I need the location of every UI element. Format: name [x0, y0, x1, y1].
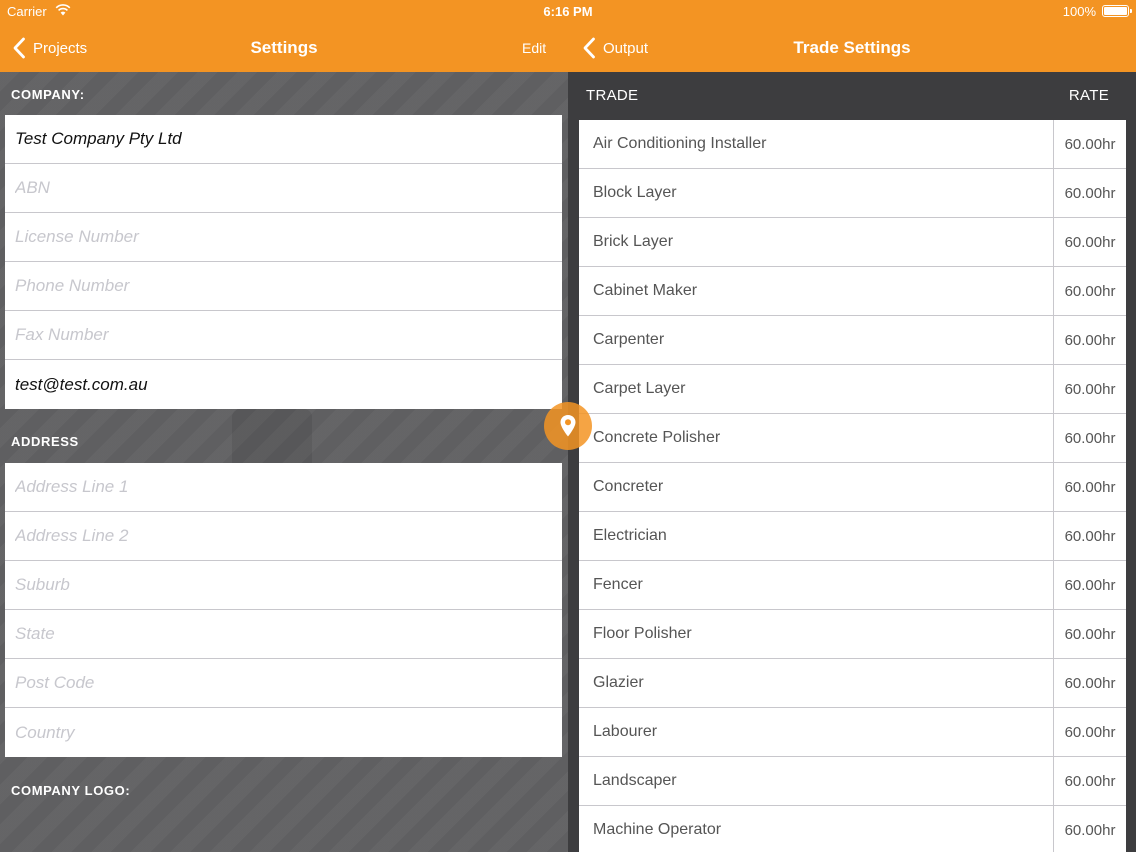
trade-row[interactable]: Electrician 60.00hr: [579, 512, 1126, 561]
trade-row[interactable]: Carpet Layer 60.00hr: [579, 365, 1126, 414]
suburb-input[interactable]: [15, 575, 562, 595]
trade-rate[interactable]: 60.00hr: [1053, 806, 1126, 852]
trade-rate[interactable]: 60.00hr: [1053, 659, 1126, 707]
trade-name: Floor Polisher: [593, 625, 692, 642]
status-bar: Carrier 6:16 PM 100%: [0, 0, 1136, 22]
trade-row[interactable]: Carpenter 60.00hr: [579, 316, 1126, 365]
trade-row[interactable]: Concrete Polisher 60.00hr: [579, 414, 1126, 463]
chevron-left-icon: [13, 37, 25, 59]
battery-percent: 100%: [1062, 4, 1096, 19]
trade-row[interactable]: Landscaper 60.00hr: [579, 757, 1126, 806]
trade-name: Cabinet Maker: [593, 282, 698, 299]
trade-name: Landscaper: [593, 772, 677, 789]
trade-row[interactable]: Concreter 60.00hr: [579, 463, 1126, 512]
state-input[interactable]: [15, 624, 562, 644]
suburb-field: [5, 561, 562, 610]
back-to-output-button[interactable]: Output: [582, 35, 648, 61]
chevron-left-icon: [583, 37, 595, 59]
company-name-input[interactable]: [15, 129, 562, 149]
trade-name: Fencer: [593, 576, 643, 593]
trade-row[interactable]: Air Conditioning Installer 60.00hr: [579, 120, 1126, 169]
trade-rate[interactable]: 60.00hr: [1053, 512, 1126, 560]
trade-name: Labourer: [593, 723, 658, 740]
back-button-label: Projects: [33, 39, 88, 57]
post-code-field: [5, 659, 562, 708]
abn-field: [5, 164, 562, 213]
top-bar: Carrier 6:16 PM 100% Projects Settings E…: [0, 0, 1136, 72]
trade-rate[interactable]: 60.00hr: [1053, 610, 1126, 658]
trade-row[interactable]: Floor Polisher 60.00hr: [579, 610, 1126, 659]
country-input[interactable]: [15, 722, 562, 743]
rate-column-header: RATE: [1068, 87, 1109, 104]
trade-name: Air Conditioning Installer: [593, 135, 767, 152]
trade-row[interactable]: Labourer 60.00hr: [579, 708, 1126, 757]
state-field: [5, 610, 562, 659]
email-field: [5, 360, 562, 409]
trade-list: Air Conditioning Installer 60.00hr Block L…: [579, 120, 1126, 852]
trade-row[interactable]: Block Layer 60.00hr: [579, 169, 1126, 218]
trade-rate[interactable]: 60.00hr: [1053, 316, 1126, 364]
trade-name: Concrete Polisher: [593, 429, 721, 446]
trade-row[interactable]: Glazier 60.00hr: [579, 659, 1126, 708]
address-line-1-field: [5, 463, 562, 512]
trade-name: Concreter: [593, 478, 664, 495]
fax-number-field: [5, 311, 562, 360]
clock: 6:16 PM: [543, 4, 593, 19]
back-button-label: Output: [603, 39, 649, 57]
settings-panel: COMPANY: ADDRESS: [0, 72, 568, 852]
company-form: [5, 115, 562, 409]
edit-button[interactable]: Edit: [522, 40, 546, 56]
address-section-header: ADDRESS: [11, 434, 79, 449]
phone-number-field: [5, 262, 562, 311]
trade-rate[interactable]: 60.00hr: [1053, 218, 1126, 266]
address-form: [5, 463, 562, 757]
trade-row[interactable]: Machine Operator 60.00hr: [579, 806, 1126, 852]
address-line-1-input[interactable]: [15, 477, 562, 497]
trade-row[interactable]: Brick Layer 60.00hr: [579, 218, 1126, 267]
trade-rate[interactable]: 60.00hr: [1053, 267, 1126, 315]
trade-name: Block Layer: [593, 184, 677, 201]
settings-title: Settings: [250, 38, 318, 57]
trade-name: Carpet Layer: [593, 380, 686, 397]
trade-column-header: TRADE: [586, 87, 639, 104]
post-code-input[interactable]: [15, 673, 562, 693]
trade-name: Electrician: [593, 527, 667, 544]
address-line-2-field: [5, 512, 562, 561]
trade-name: Brick Layer: [593, 233, 674, 250]
trade-row[interactable]: Fencer 60.00hr: [579, 561, 1126, 610]
trade-rate[interactable]: 60.00hr: [1053, 120, 1126, 168]
trade-row[interactable]: Cabinet Maker 60.00hr: [579, 267, 1126, 316]
trade-name: Glazier: [593, 674, 644, 691]
trade-name: Carpenter: [593, 331, 665, 348]
trade-rate[interactable]: 60.00hr: [1053, 708, 1126, 756]
trade-name: Machine Operator: [593, 821, 722, 838]
trade-rate[interactable]: 60.00hr: [1053, 414, 1126, 462]
trade-rate[interactable]: 60.00hr: [1053, 757, 1126, 805]
address-line-2-input[interactable]: [15, 526, 562, 546]
company-name-field: [5, 115, 562, 164]
battery-icon: [1102, 5, 1132, 17]
phone-number-input[interactable]: [15, 276, 562, 296]
license-number-input[interactable]: [15, 227, 562, 247]
company-logo-section-header: COMPANY LOGO:: [11, 783, 131, 798]
drag-ghost-shape: [232, 409, 312, 464]
country-field: [5, 708, 562, 757]
license-number-field: [5, 213, 562, 262]
location-pin-button[interactable]: [544, 402, 592, 450]
location-pin-icon: [560, 415, 576, 437]
trade-rate[interactable]: 60.00hr: [1053, 463, 1126, 511]
email-input[interactable]: [15, 374, 562, 395]
trade-rate[interactable]: 60.00hr: [1053, 561, 1126, 609]
abn-input[interactable]: [15, 178, 562, 198]
trade-rate[interactable]: 60.00hr: [1053, 169, 1126, 217]
fax-number-input[interactable]: [15, 325, 562, 345]
trade-rate[interactable]: 60.00hr: [1053, 365, 1126, 413]
trade-settings-panel: TRADE RATE Air Conditioning Installer 60.…: [568, 72, 1136, 852]
company-section-header: COMPANY:: [11, 87, 85, 102]
back-to-projects-button[interactable]: Projects: [12, 35, 87, 61]
trade-settings-title: Trade Settings: [793, 38, 911, 57]
